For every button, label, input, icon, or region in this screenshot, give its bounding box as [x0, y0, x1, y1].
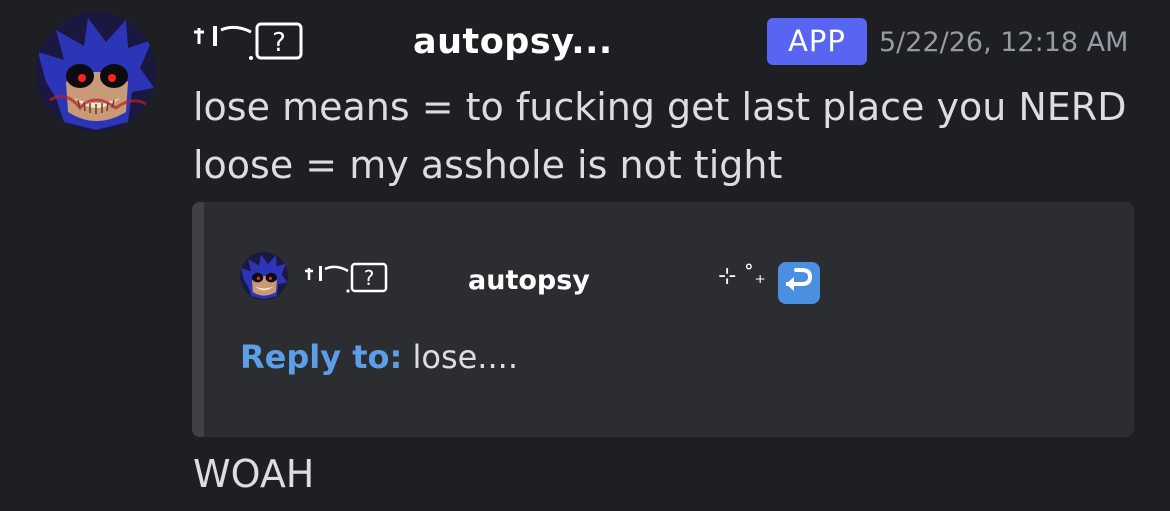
- chat-message: ? autopsy... APP 5/22/26, 12:18 AM lose …: [0, 0, 1170, 511]
- author-username[interactable]: autopsy...: [413, 22, 613, 62]
- embed-accent-bar: [192, 202, 204, 437]
- sonic-exe-avatar-icon: [36, 12, 156, 132]
- sonic-exe-avatar-small-icon: [240, 252, 288, 300]
- message-timestamp[interactable]: 5/22/26, 12:18 AM: [879, 27, 1128, 58]
- reply-arrow-icon: [778, 262, 820, 304]
- message-line: loose = my asshole is not tight: [193, 143, 783, 187]
- embed-description: Reply to: lose....: [240, 338, 518, 376]
- message-embed: ? autopsy ⊹ ˚₊ Reply to: lose....: [192, 202, 1134, 437]
- followup-message: WOAH: [193, 452, 315, 496]
- embed-author-glyphs[interactable]: ?: [304, 260, 394, 298]
- reply-to-text: lose....: [402, 338, 518, 376]
- message-content: lose means = to fucking get last place y…: [193, 78, 1126, 194]
- embed-author-avatar[interactable]: [240, 252, 288, 300]
- app-badge: APP: [767, 18, 867, 65]
- svg-text:?: ?: [272, 28, 286, 58]
- author-avatar[interactable]: [36, 12, 156, 132]
- embed-sparkle-text: ⊹ ˚₊: [718, 264, 767, 289]
- reply-to-label: Reply to:: [240, 338, 403, 376]
- author-name-glyphs[interactable]: ?: [193, 18, 313, 66]
- embed-author-name[interactable]: autopsy: [468, 265, 590, 296]
- message-header: ? autopsy... APP 5/22/26, 12:18 AM: [193, 18, 1143, 68]
- message-line: lose means = to fucking get last place y…: [193, 85, 1127, 129]
- svg-text:?: ?: [364, 266, 375, 290]
